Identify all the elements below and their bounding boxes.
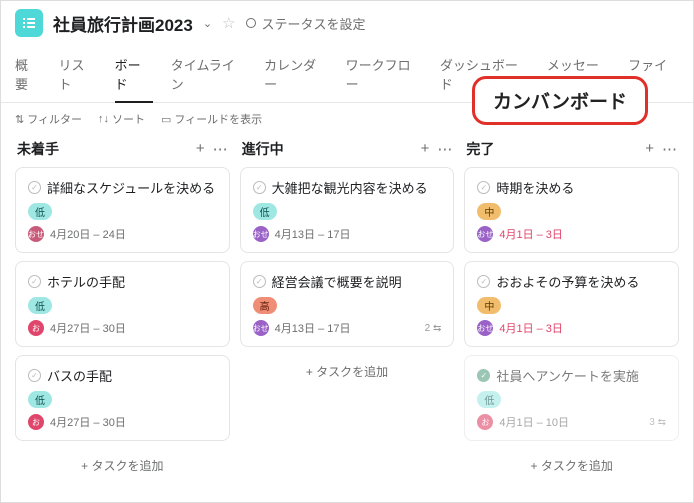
assignee-avatar[interactable]: お (477, 414, 493, 430)
assignee-avatar[interactable]: おせ (28, 226, 44, 242)
tab-0[interactable]: 概要 (15, 49, 40, 102)
complete-check-icon[interactable]: ✓ (28, 275, 41, 288)
priority-badge: 低 (253, 203, 277, 220)
column-menu-icon[interactable]: ⋯ (437, 140, 452, 158)
tab-4[interactable]: カレンダー (264, 49, 328, 102)
add-task-button[interactable]: + タスクを追加 (240, 355, 455, 388)
task-card[interactable]: ✓ 社員へアンケートを実施低お 4月1日 – 10日 3 ⇆ (464, 355, 679, 441)
add-task-button[interactable]: + タスクを追加 (464, 449, 679, 482)
card-title: 詳細なスケジュールを決める (47, 178, 215, 197)
priority-badge: 中 (477, 297, 501, 314)
star-icon[interactable]: ☆ (222, 14, 235, 32)
card-date: 4月1日 – 3日 (499, 320, 563, 336)
card-date: 4月20日 – 24日 (50, 226, 126, 242)
status-button[interactable]: ステータスを設定 (246, 14, 366, 33)
card-date: 4月1日 – 3日 (499, 226, 563, 242)
assignee-avatar[interactable]: おせ (477, 226, 493, 242)
sort-button[interactable]: ↑↓ ソート (98, 111, 145, 127)
tab-5[interactable]: ワークフロー (346, 49, 422, 102)
card-title: 経営会議で概要を説明 (272, 272, 402, 291)
task-card[interactable]: ✓ ホテルの手配低お 4月27日 – 30日 (15, 261, 230, 347)
priority-badge: 低 (28, 391, 52, 408)
project-logo[interactable] (15, 9, 43, 37)
priority-badge: 低 (28, 203, 52, 220)
card-title: ホテルの手配 (47, 272, 125, 291)
card-title: 時期を決める (496, 178, 574, 197)
complete-check-icon[interactable]: ✓ (477, 181, 490, 194)
callout-annotation: カンバンボード (472, 76, 648, 125)
card-title: バスの手配 (47, 366, 112, 385)
fields-button[interactable]: ▭ フィールドを表示 (161, 111, 262, 127)
assignee-avatar[interactable]: お (28, 414, 44, 430)
assignee-avatar[interactable]: おせ (253, 226, 269, 242)
add-card-icon[interactable]: + (645, 140, 654, 158)
card-date: 4月27日 – 30日 (50, 320, 126, 336)
priority-badge: 低 (477, 391, 501, 408)
card-date: 4月1日 – 10日 (499, 414, 569, 430)
add-task-button[interactable]: + タスクを追加 (15, 449, 230, 482)
card-title: 社員へアンケートを実施 (496, 366, 638, 385)
tab-2[interactable]: ボード (115, 49, 153, 103)
card-date: 4月13日 – 17日 (275, 226, 351, 242)
complete-check-icon[interactable]: ✓ (477, 369, 490, 382)
complete-check-icon[interactable]: ✓ (253, 275, 266, 288)
column-title: 進行中 (242, 139, 284, 159)
chevron-down-icon[interactable]: ⌄ (203, 17, 212, 30)
assignee-avatar[interactable]: お (28, 320, 44, 336)
complete-check-icon[interactable]: ✓ (477, 275, 490, 288)
column-menu-icon[interactable]: ⋯ (662, 140, 677, 158)
complete-check-icon[interactable]: ✓ (28, 369, 41, 382)
task-card[interactable]: ✓ 時期を決める中おせ 4月1日 – 3日 (464, 167, 679, 253)
complete-check-icon[interactable]: ✓ (253, 181, 266, 194)
column-title: 完了 (466, 139, 494, 159)
tab-1[interactable]: リスト (58, 49, 96, 102)
filter-button[interactable]: ⇅ フィルター (15, 111, 82, 127)
add-card-icon[interactable]: + (421, 140, 430, 158)
priority-badge: 高 (253, 297, 277, 314)
complete-check-icon[interactable]: ✓ (28, 181, 41, 194)
tab-3[interactable]: タイムライン (171, 49, 246, 102)
status-label: ステータスを設定 (262, 14, 366, 33)
assignee-avatar[interactable]: おせ (477, 320, 493, 336)
card-date: 4月13日 – 17日 (275, 320, 351, 336)
subtask-count: 2 ⇆ (425, 323, 442, 334)
assignee-avatar[interactable]: おせ (253, 320, 269, 336)
priority-badge: 低 (28, 297, 52, 314)
task-card[interactable]: ✓ 経営会議で概要を説明高おせ 4月13日 – 17日 2 ⇆ (240, 261, 455, 347)
project-title[interactable]: 社員旅行計画2023 (53, 11, 193, 36)
task-card[interactable]: ✓ おおよその予算を決める中おせ 4月1日 – 3日 (464, 261, 679, 347)
column-menu-icon[interactable]: ⋯ (213, 140, 228, 158)
card-date: 4月27日 – 30日 (50, 414, 126, 430)
card-title: おおよその予算を決める (496, 272, 639, 291)
status-dot-icon (246, 18, 256, 28)
add-card-icon[interactable]: + (196, 140, 205, 158)
task-card[interactable]: ✓ バスの手配低お 4月27日 – 30日 (15, 355, 230, 441)
card-title: 大雑把な観光内容を決める (272, 178, 428, 197)
column-title: 未着手 (17, 139, 59, 159)
priority-badge: 中 (477, 203, 501, 220)
task-card[interactable]: ✓ 大雑把な観光内容を決める低おせ 4月13日 – 17日 (240, 167, 455, 253)
subtask-count: 3 ⇆ (649, 417, 666, 428)
task-card[interactable]: ✓ 詳細なスケジュールを決める低おせ 4月20日 – 24日 (15, 167, 230, 253)
